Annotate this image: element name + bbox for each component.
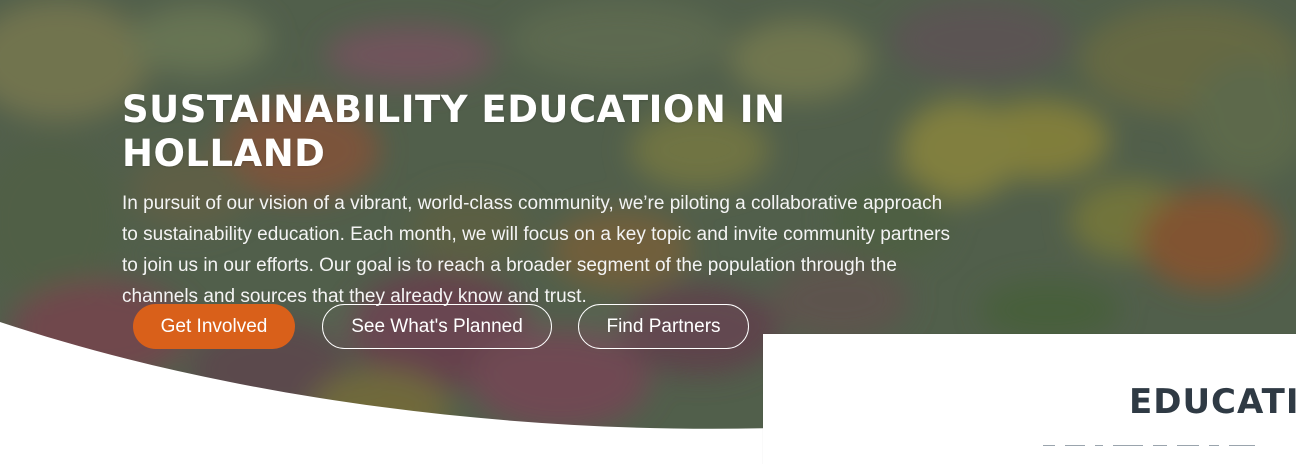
hero-content: SUSTAINABILITY EDUCATION IN HOLLAND In p… (122, 88, 952, 312)
hero-title: SUSTAINABILITY EDUCATION IN HOLLAND (122, 88, 786, 175)
find-partners-button[interactable]: Find Partners (578, 304, 749, 349)
education-card-subtext-clipped (1043, 438, 1296, 446)
see-whats-planned-button[interactable]: See What's Planned (322, 304, 552, 349)
education-card: EDUCATI (763, 334, 1296, 464)
education-card-title: EDUCATI (1129, 382, 1296, 422)
get-involved-button[interactable]: Get Involved (133, 304, 295, 349)
hero-description: In pursuit of our vision of a vibrant, w… (122, 193, 950, 307)
